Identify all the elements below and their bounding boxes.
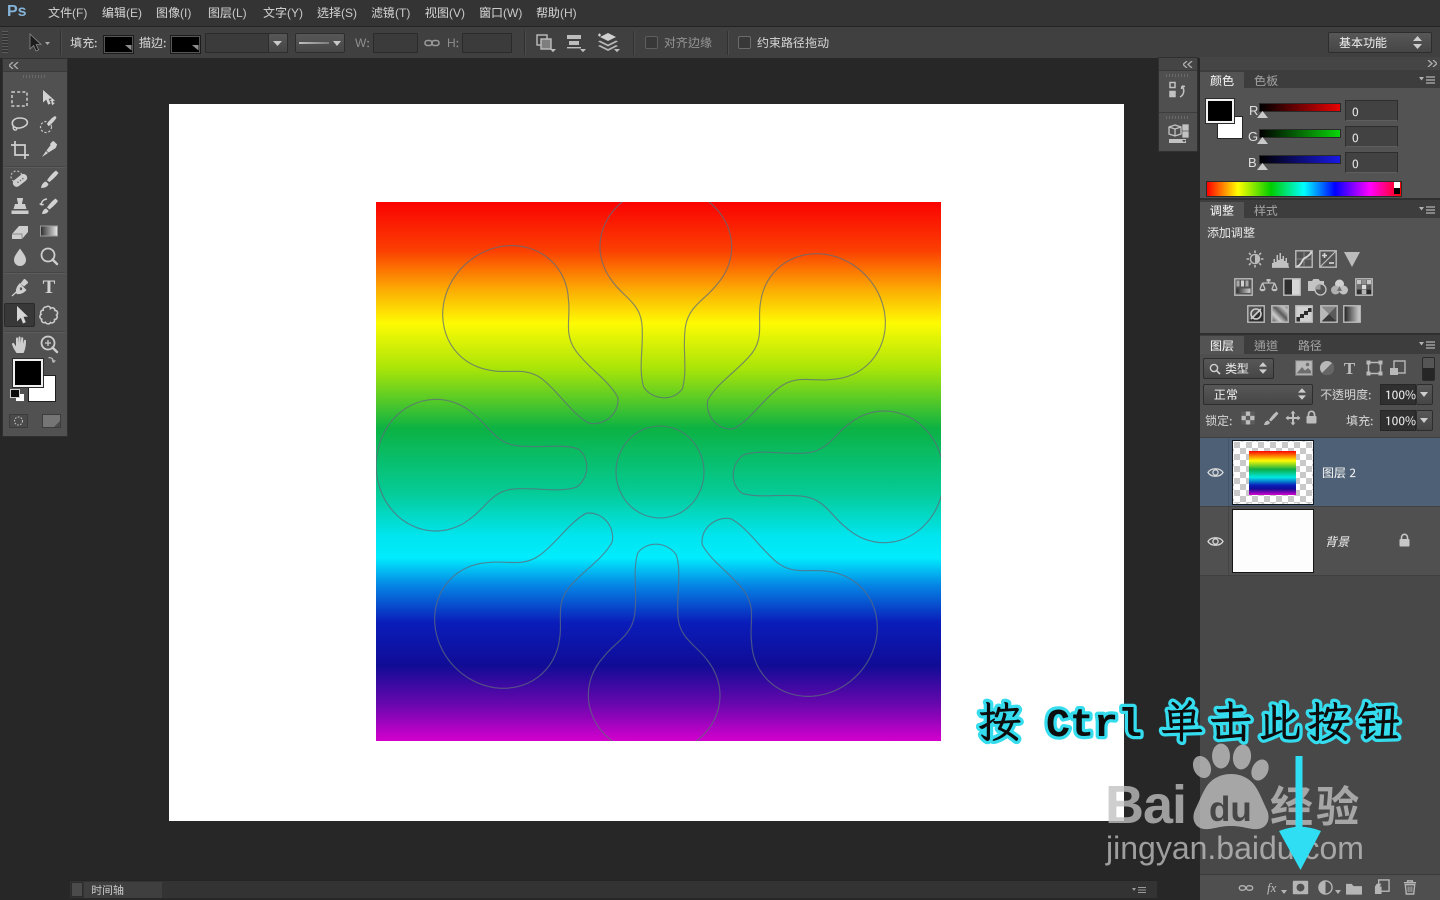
svg-text:T: T xyxy=(43,277,56,298)
svg-text:经验: 经验 xyxy=(1270,781,1362,832)
svg-text:Ctrl: Ctrl xyxy=(1046,704,1142,749)
svg-text:T: T xyxy=(1344,360,1356,376)
svg-text:jingyan.baidu.com: jingyan.baidu.com xyxy=(1105,830,1364,866)
svg-text:du: du xyxy=(1209,790,1252,829)
svg-text:Bai: Bai xyxy=(1105,775,1186,835)
svg-text:按: 按 xyxy=(978,692,1022,750)
svg-text:单击此按钮: 单击此按钮 xyxy=(1160,692,1405,750)
